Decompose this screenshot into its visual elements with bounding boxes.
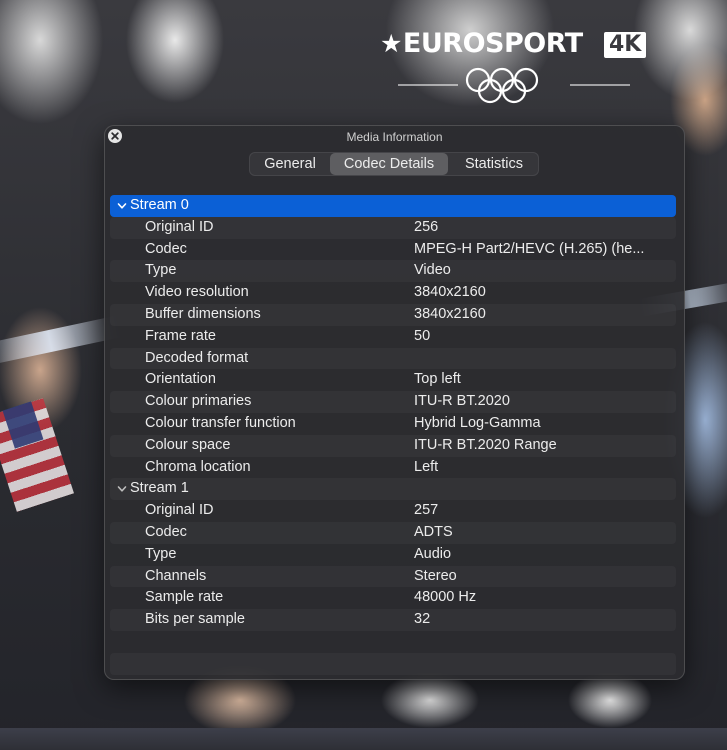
property-row[interactable]: Codec MPEG-H Part2/HEVC (H.265) (he... <box>110 239 676 261</box>
property-key: Type <box>145 545 177 562</box>
window-title: Media Information <box>346 130 443 144</box>
property-value: Video <box>414 262 451 279</box>
tab-statistics[interactable]: Statistics <box>448 153 540 175</box>
property-key: Colour primaries <box>145 393 252 410</box>
property-key: Original ID <box>145 218 214 235</box>
property-key: Decoded format <box>145 349 249 366</box>
property-row[interactable]: Colour primaries ITU-R BT.2020 <box>110 391 676 413</box>
property-row[interactable]: Colour transfer function Hybrid Log-Gamma <box>110 413 676 435</box>
empty-row <box>110 653 676 675</box>
property-value: Hybrid Log-Gamma <box>414 414 541 431</box>
property-row[interactable]: Original ID 256 <box>110 217 676 239</box>
property-row[interactable]: Decoded format <box>110 348 676 370</box>
media-information-window: Media Information General Codec Details … <box>104 125 685 680</box>
property-value: ITU-R BT.2020 Range <box>414 436 557 453</box>
property-key: Frame rate <box>145 327 216 344</box>
tab-bar: General Codec Details Statistics <box>249 152 539 176</box>
broadcaster-logo-text: EUROSPORT <box>402 28 583 59</box>
property-value: Audio <box>414 545 452 562</box>
property-key: Codec <box>145 523 187 540</box>
property-row[interactable]: Type Video <box>110 260 676 282</box>
property-value: 50 <box>414 327 431 344</box>
property-row[interactable]: Orientation Top left <box>110 369 676 391</box>
property-value: Stereo <box>414 567 457 584</box>
codec-details-outline: Stream 0 Original ID 256 Codec MPEG-H Part2/… <box>110 195 676 675</box>
property-key: Orientation <box>145 371 216 388</box>
property-row[interactable]: Buffer dimensions 3840x2160 <box>110 304 676 326</box>
window-titlebar[interactable]: Media Information <box>105 126 684 148</box>
property-value: MPEG-H Part2/HEVC (H.265) (he... <box>414 240 645 257</box>
empty-row <box>110 631 676 653</box>
stream-label: Stream 0 <box>130 197 189 213</box>
stream-group-row[interactable]: Stream 1 <box>110 478 676 500</box>
property-row[interactable]: Channels Stereo <box>110 566 676 588</box>
chevron-down-icon[interactable] <box>117 484 127 494</box>
resolution-badge: 4K <box>604 32 647 58</box>
tab-codec-details[interactable]: Codec Details <box>330 153 448 175</box>
property-value: 32 <box>414 611 431 628</box>
property-value: 257 <box>414 502 439 519</box>
property-key: Chroma location <box>145 458 251 475</box>
property-key: Video resolution <box>145 284 249 301</box>
property-key: Codec <box>145 240 187 257</box>
property-key: Original ID <box>145 502 214 519</box>
property-value: 3840x2160 <box>414 305 486 322</box>
property-row[interactable]: Sample rate 48000 Hz <box>110 587 676 609</box>
light-streak <box>0 315 121 367</box>
chevron-down-icon[interactable] <box>117 201 127 211</box>
property-value: Top left <box>414 371 461 388</box>
broadcaster-logo-wordmark: ★EUROSPORT <box>380 28 583 59</box>
stream-label: Stream 1 <box>130 480 189 497</box>
property-row[interactable]: Codec ADTS <box>110 522 676 544</box>
property-row[interactable]: Original ID 257 <box>110 500 676 522</box>
property-key: Channels <box>145 567 207 584</box>
property-row[interactable]: Frame rate 50 <box>110 326 676 348</box>
property-row[interactable]: Colour space ITU-R BT.2020 Range <box>110 435 676 457</box>
property-key: Type <box>145 262 177 279</box>
floor-strip <box>0 728 727 750</box>
property-key: Bits per sample <box>145 611 245 628</box>
property-key: Buffer dimensions <box>145 305 261 322</box>
property-key: Sample rate <box>145 589 224 606</box>
star-icon: ★ <box>380 29 402 58</box>
property-row[interactable]: Bits per sample 32 <box>110 609 676 631</box>
property-key: Colour space <box>145 436 231 453</box>
property-value: 48000 Hz <box>414 589 477 606</box>
property-value: 3840x2160 <box>414 284 486 301</box>
property-value: ADTS <box>414 523 453 540</box>
olympic-rings-icon <box>398 67 630 104</box>
tab-general[interactable]: General <box>250 153 330 175</box>
property-value: 256 <box>414 218 439 235</box>
property-row[interactable]: Video resolution 3840x2160 <box>110 282 676 304</box>
property-row[interactable]: Chroma location Left <box>110 457 676 479</box>
property-value: Left <box>414 458 439 475</box>
property-value: ITU-R BT.2020 <box>414 393 510 410</box>
broadcaster-logo: ★EUROSPORT 4K <box>380 28 648 108</box>
stream-group-row[interactable]: Stream 0 <box>110 195 676 217</box>
property-row[interactable]: Type Audio <box>110 544 676 566</box>
property-key: Colour transfer function <box>145 414 296 431</box>
